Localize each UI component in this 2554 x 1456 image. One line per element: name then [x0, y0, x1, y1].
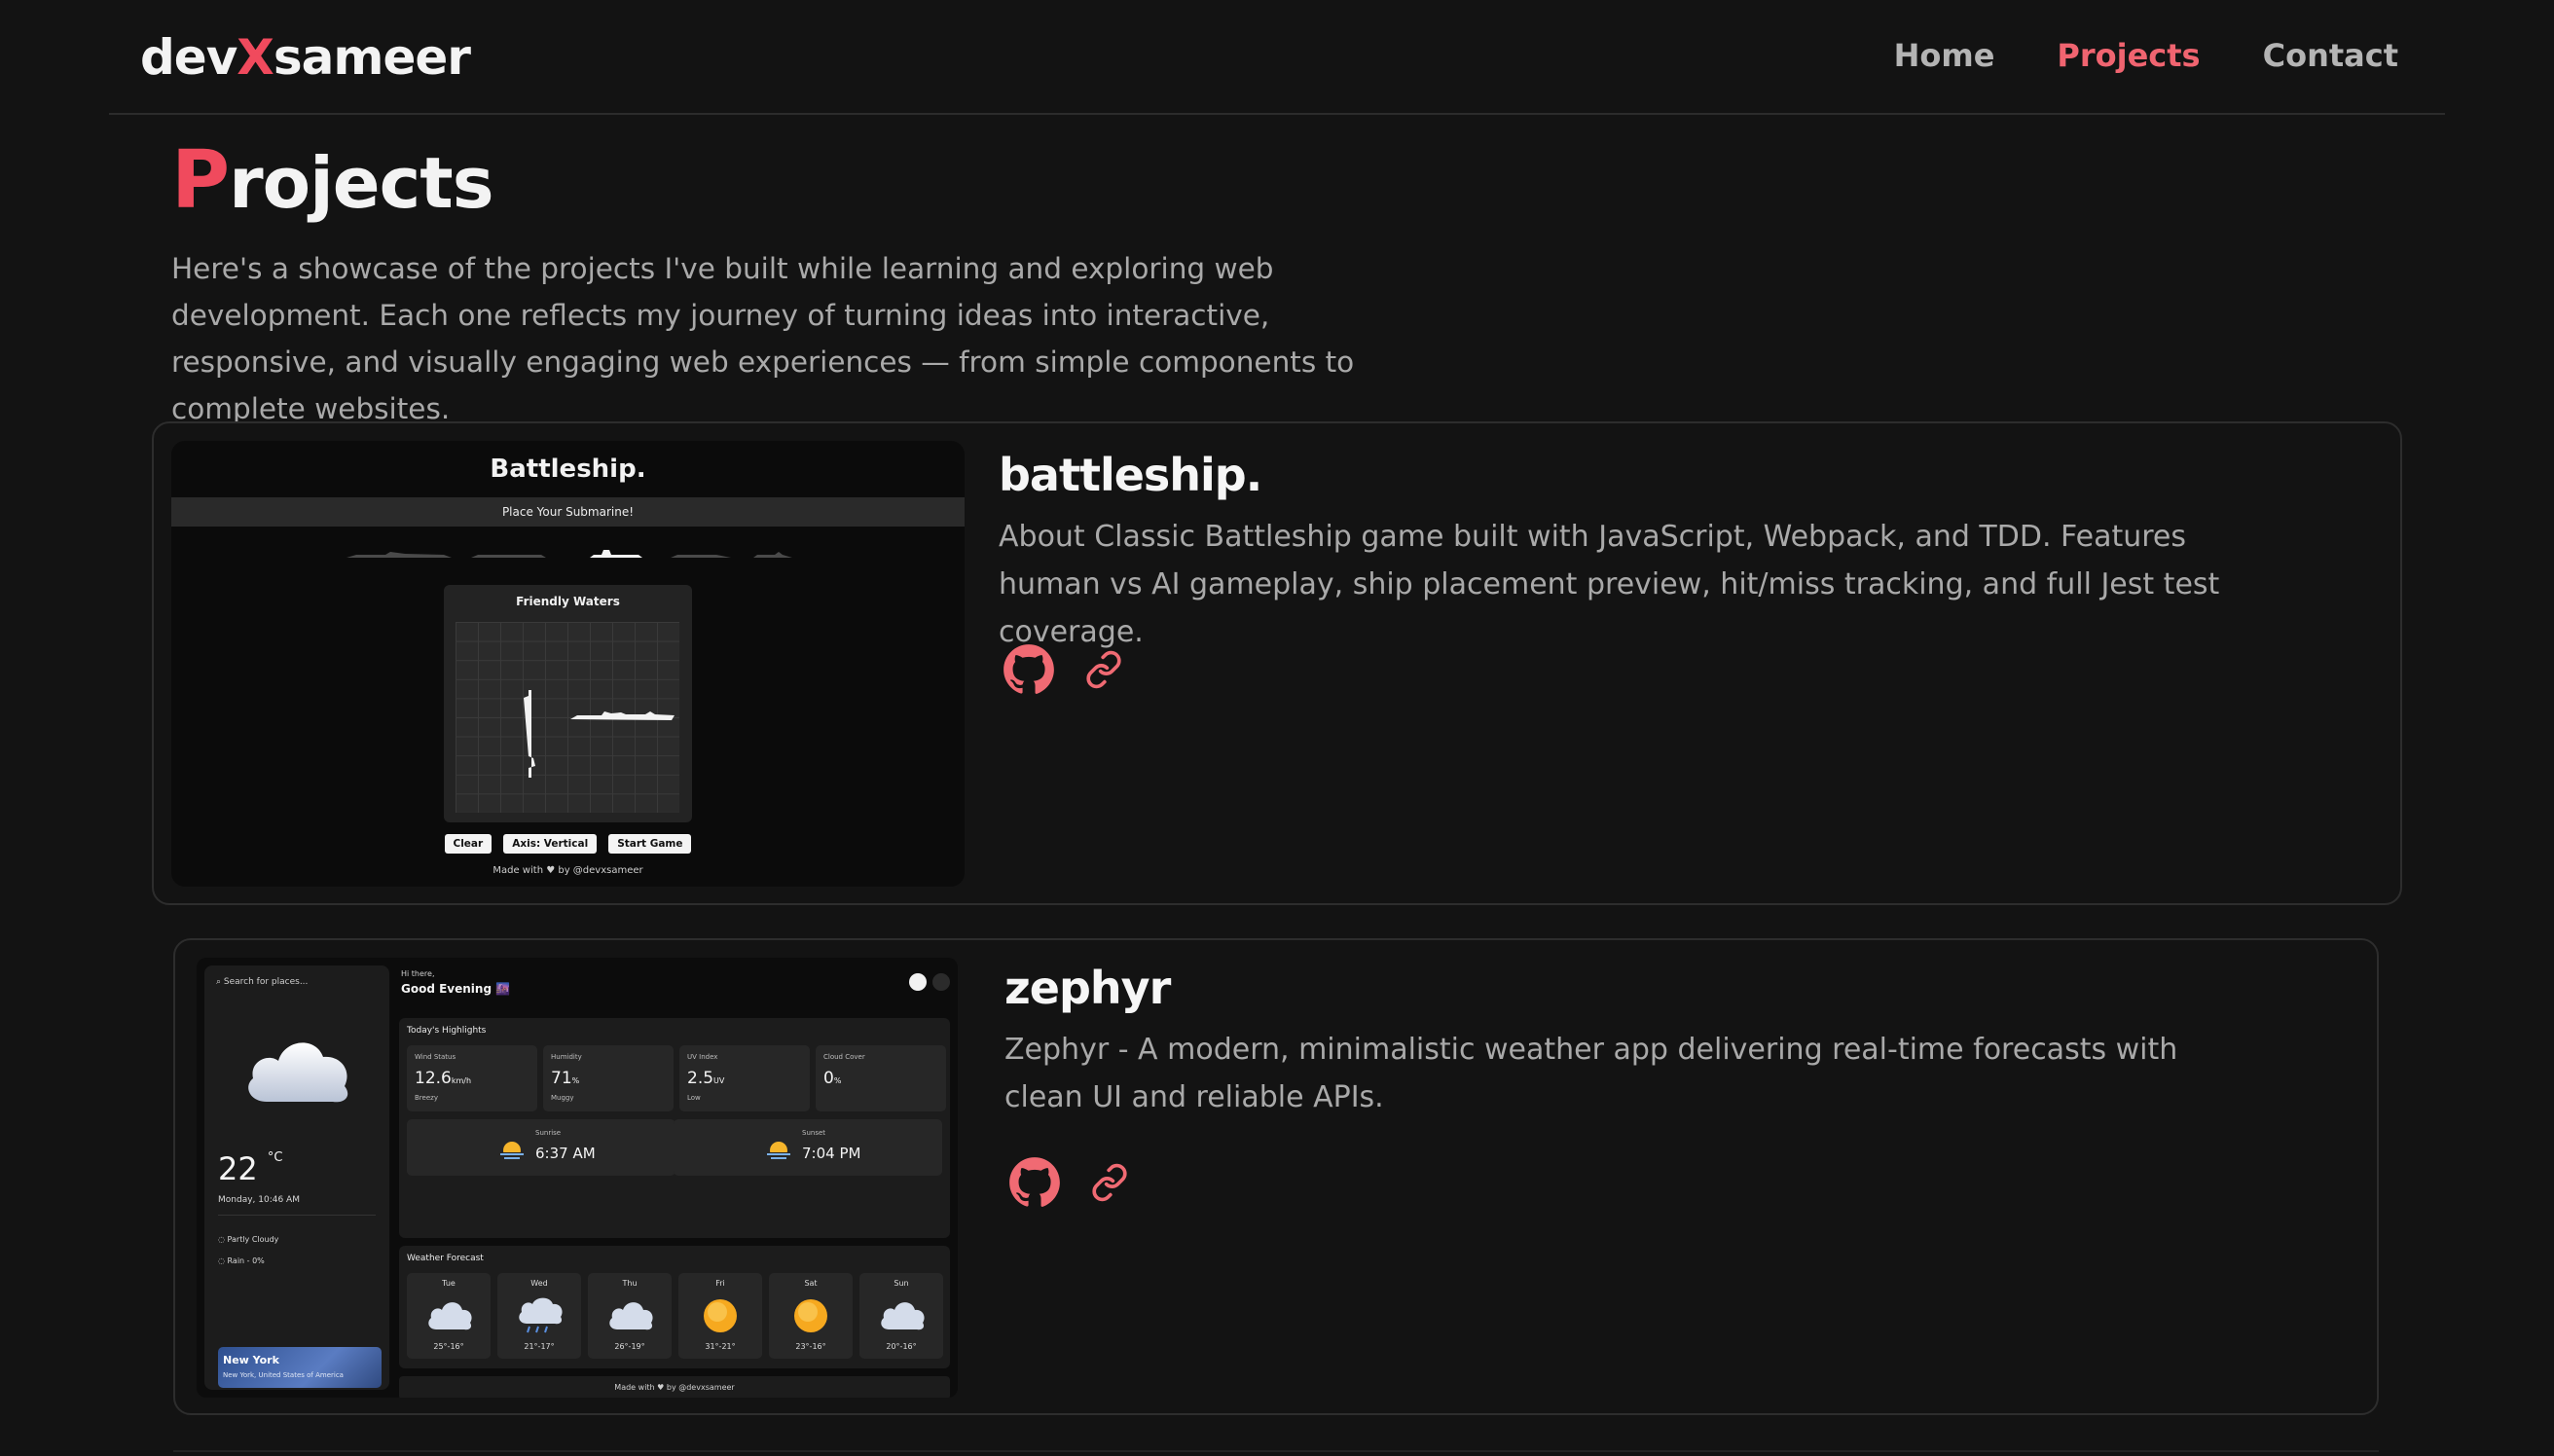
forecast-temps: 21°-17° [524, 1342, 555, 1351]
zp-city-name: New York [223, 1354, 279, 1366]
github-icon[interactable] [1008, 1156, 1061, 1213]
forecast-day-label: Wed [530, 1279, 548, 1288]
zp-country: New York, United States of America [223, 1371, 344, 1379]
forecast-temps: 31°-21° [705, 1342, 736, 1351]
logo-prefix: dev [140, 29, 237, 86]
sun-icon [696, 1296, 745, 1339]
forecast-day-label: Fri [715, 1279, 725, 1288]
zp-forecast-day: Sun 20°-16° [859, 1273, 943, 1359]
bs-footer: Made with ♥ by @devxsameer [493, 865, 643, 876]
link-icon[interactable] [1090, 1163, 1129, 1206]
title-rest: rojects [229, 142, 493, 224]
zp-greeting: Good Evening 🌆 [401, 982, 511, 996]
cloud-icon [248, 1042, 348, 1103]
bs-title: Battleship. [490, 455, 646, 484]
cloud-icon [877, 1296, 926, 1339]
zp-highlights-panel: Today's Highlights Wind Status 12.6km/h … [399, 1018, 950, 1238]
sunset-icon [763, 1142, 794, 1162]
battleship-screenshot[interactable]: Battleship. Place Your Submarine! Friend… [171, 441, 965, 887]
bs-ship-selector [347, 550, 792, 558]
page-title: Projects [171, 134, 494, 227]
forecast-temps: 20°-16° [886, 1342, 917, 1351]
forecast-day-label: Sun [894, 1279, 909, 1288]
bs-placed-ships [524, 690, 675, 778]
title-first-letter: P [171, 134, 230, 227]
sunrise-icon [496, 1142, 528, 1162]
zp-forecast-day: Fri 31°-21° [678, 1273, 762, 1359]
project-links [1003, 643, 1123, 700]
project-card-battleship: Battleship. Place Your Submarine! Friend… [152, 421, 2402, 905]
zp-condition: ◌ Partly Cloudy [218, 1235, 279, 1244]
zp-forecast-day: Sat 23°-16° [769, 1273, 853, 1359]
zp-date: Monday, 10:46 AM [218, 1195, 300, 1205]
forecast-day-label: Tue [442, 1279, 456, 1288]
bs-grid[interactable] [456, 622, 679, 813]
zp-sunset: Sunset 7:04 PM [674, 1119, 942, 1176]
zp-greeting-small: Hi there, [401, 969, 435, 978]
zp-top-icons [909, 973, 950, 991]
zp-highlight-humidity: Humidity 71% Muggy [543, 1045, 674, 1111]
main-nav: Home Projects Contact [1894, 37, 2398, 74]
forecast-temps: 23°-16° [795, 1342, 826, 1351]
zp-search-input[interactable]: ⌕ Search for places... [216, 977, 308, 987]
link-icon[interactable] [1084, 650, 1123, 693]
site-logo[interactable]: devXsameer [140, 29, 471, 86]
bs-clear-button[interactable]: Clear [444, 834, 493, 854]
zp-separator [218, 1215, 376, 1216]
logo-suffix: sameer [273, 29, 471, 86]
zp-sidebar: ⌕ Search for places... 22 °C Monday, 10:… [204, 965, 389, 1390]
bs-friendly-board: Friendly Waters [444, 585, 692, 822]
zp-forecast-panel: Weather Forecast Tue 25°-16° Wed 21°-17° Thu… [399, 1246, 950, 1368]
site-header: devXsameer Home Projects Contact [109, 0, 2445, 115]
rain-icon [515, 1296, 564, 1339]
bs-button-row: Clear Axis: Vertical Start Game [171, 834, 965, 854]
next-card-edge [173, 1450, 2379, 1452]
bs-banner: Place Your Submarine! [171, 497, 965, 527]
zp-forecast-title: Weather Forecast [407, 1254, 484, 1263]
project-description: Zephyr - A modern, minimalistic weather … [1004, 1033, 2178, 1114]
bs-board-title: Friendly Waters [516, 595, 620, 608]
project-links [1008, 1156, 1129, 1213]
github-icon[interactable] [1003, 643, 1055, 700]
zp-footer: Made with ♥ by @devxsameer [399, 1376, 950, 1398]
zp-highlight-wind: Wind Status 12.6km/h Breezy [407, 1045, 537, 1111]
zp-forecast-day: Tue 25°-16° [407, 1273, 491, 1359]
nav-projects[interactable]: Projects [2057, 37, 2200, 74]
zp-sunrise: Sunrise 6:37 AM [407, 1119, 675, 1176]
sun-icon [786, 1296, 835, 1339]
cloud-icon [605, 1296, 654, 1339]
bs-start-button[interactable]: Start Game [608, 834, 692, 854]
zp-rain: ◌ Rain - 0% [218, 1256, 265, 1265]
zephyr-screenshot[interactable]: ⌕ Search for places... 22 °C Monday, 10:… [197, 958, 958, 1398]
zp-forecast-day: Thu 26°-19° [588, 1273, 672, 1359]
project-card-zephyr: ⌕ Search for places... 22 °C Monday, 10:… [173, 938, 2379, 1415]
forecast-temps: 25°-16° [433, 1342, 464, 1351]
bs-axis-button[interactable]: Axis: Vertical [503, 834, 598, 854]
intro-text: Here's a showcase of the projects I've b… [171, 252, 1355, 425]
zp-temperature: 22 °C [218, 1150, 283, 1187]
zp-highlight-cloud: Cloud Cover 0% [816, 1045, 946, 1111]
logo-x: X [237, 29, 274, 86]
theme-toggle-icon[interactable] [909, 973, 927, 991]
settings-icon[interactable] [932, 973, 950, 991]
project-description: About Classic Battleship game built with… [999, 520, 2220, 649]
project-title: zephyr [1004, 962, 1171, 1014]
forecast-day-label: Thu [622, 1279, 638, 1288]
zp-forecast-day: Wed 21°-17° [497, 1273, 581, 1359]
zp-highlights-title: Today's Highlights [407, 1026, 487, 1036]
forecast-temps: 26°-19° [614, 1342, 645, 1351]
project-title: battleship. [999, 449, 1262, 501]
cloud-icon [424, 1296, 473, 1339]
nav-contact[interactable]: Contact [2263, 37, 2398, 74]
zp-highlight-uv: UV Index 2.5UV Low [679, 1045, 810, 1111]
zp-city-card: New York New York, United States of Amer… [218, 1347, 382, 1388]
forecast-day-label: Sat [804, 1279, 818, 1288]
nav-home[interactable]: Home [1894, 37, 1995, 74]
